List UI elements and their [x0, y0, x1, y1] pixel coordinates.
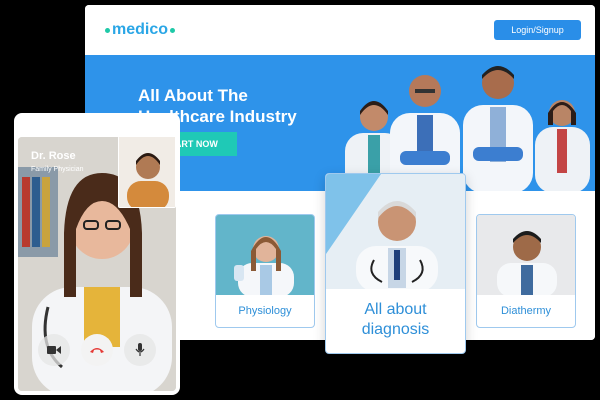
physiology-photo [216, 215, 314, 295]
service-card-physiology[interactable]: Physiology [215, 214, 315, 328]
doctors-group-image [345, 66, 590, 191]
video-camera-icon [47, 346, 61, 354]
diathermy-photo [477, 215, 575, 295]
diathermy-label: Diathermy [500, 305, 552, 317]
brand-logo[interactable]: medico [105, 21, 176, 39]
logo-dot-right [170, 27, 176, 33]
microphone-button[interactable] [124, 334, 156, 366]
hero-title-line1: All About The [138, 86, 248, 105]
caller-name: Dr. Rose [31, 150, 76, 162]
diagnosis-label: All about diagnosis [361, 301, 430, 338]
end-call-button[interactable] [81, 334, 113, 366]
service-card-diathermy[interactable]: Diathermy [476, 214, 576, 328]
diagnosis-photo [326, 174, 465, 289]
microphone-icon [135, 343, 145, 356]
service-card-diagnosis[interactable]: All about diagnosis [325, 173, 466, 354]
caller-role: Family Physician [31, 166, 84, 173]
brand-name: medico [112, 21, 169, 38]
video-toggle-button[interactable] [38, 334, 70, 366]
physiology-label: Physiology [238, 305, 292, 317]
composite-stage: medico Login/Signup All About The Health… [0, 0, 600, 400]
end-call-icon [90, 348, 104, 353]
top-navbar: medico Login/Signup [85, 5, 595, 55]
login-signup-button[interactable]: Login/Signup [494, 20, 581, 40]
self-view-thumbnail[interactable] [118, 136, 176, 208]
logo-dot-left [105, 27, 110, 33]
video-call-phone: Dr. Rose Family Physician [14, 113, 180, 395]
